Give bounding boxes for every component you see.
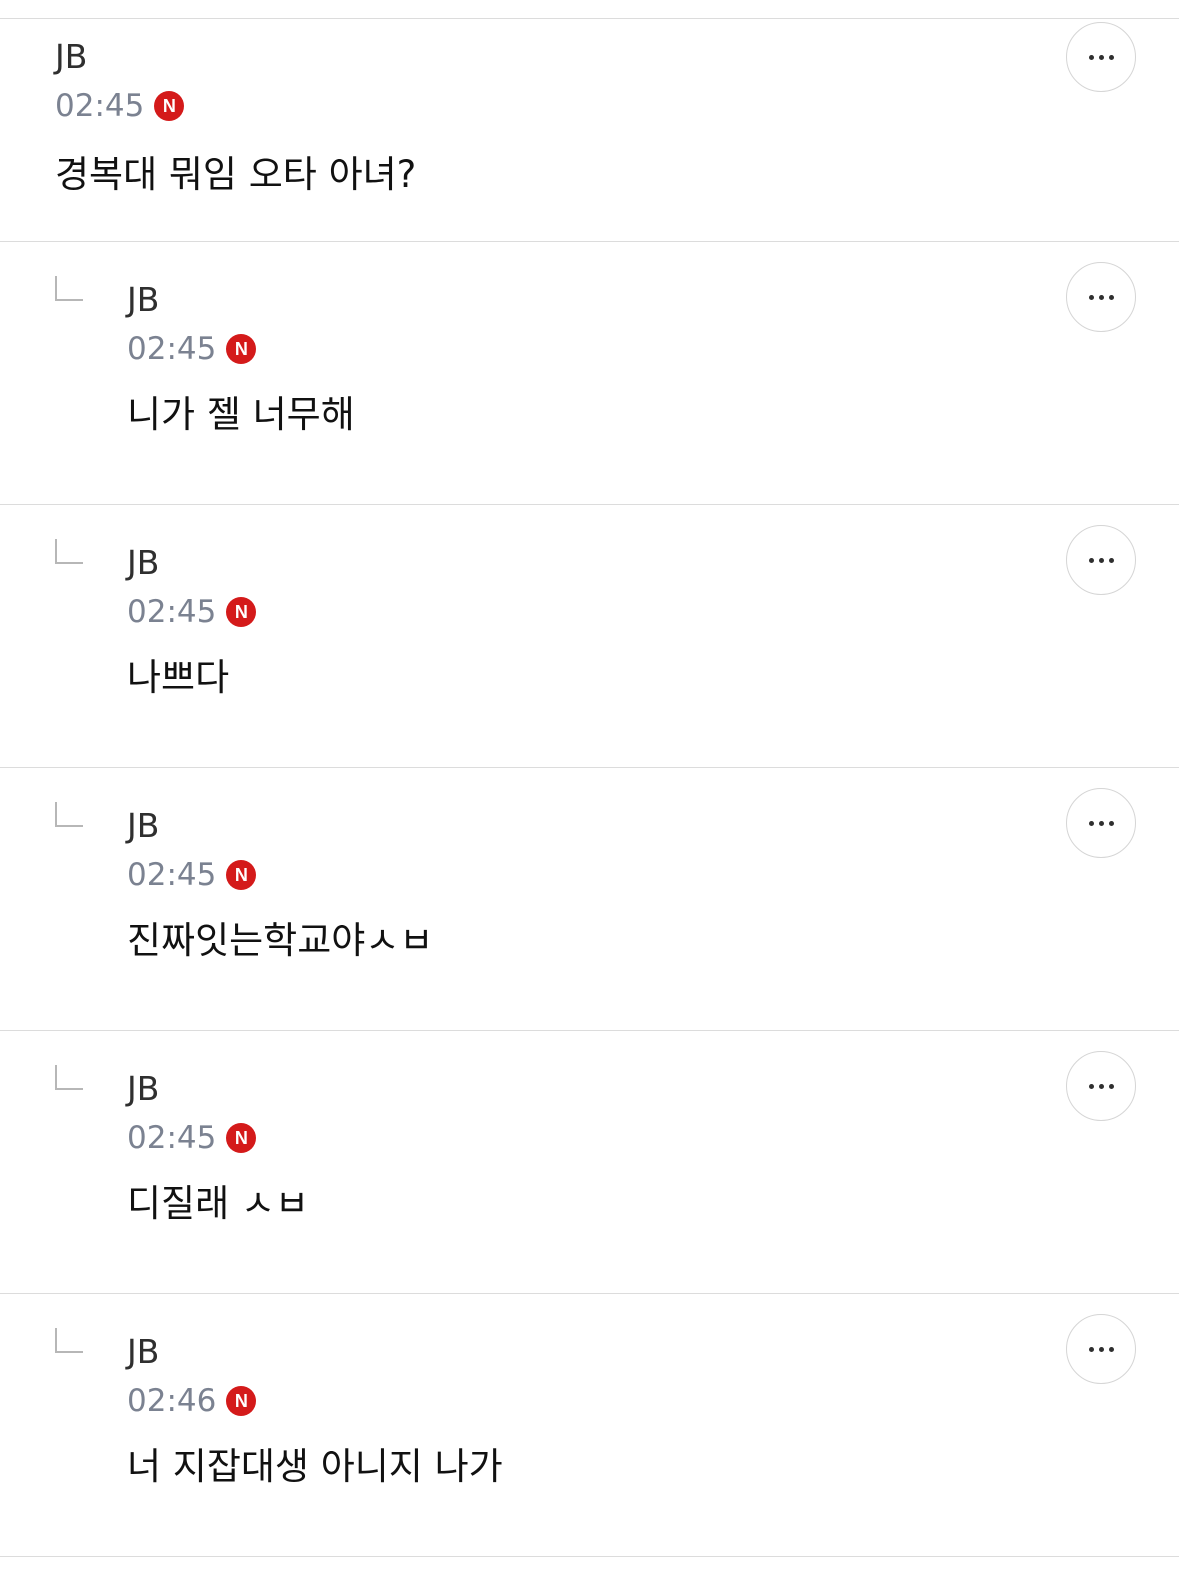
new-badge-icon: N — [226, 334, 257, 364]
comment-text: 진짜잇는학교야ㅅㅂ — [127, 919, 434, 962]
comment-text: 경복대 뭐임 오타 아녀? — [55, 153, 417, 196]
more-horizontal-icon — [1088, 557, 1094, 563]
more-options-button[interactable] — [1066, 22, 1136, 92]
more-horizontal-icon — [1098, 1083, 1104, 1089]
comment-meta: 02:45 N — [127, 329, 257, 369]
more-horizontal-icon — [1088, 294, 1094, 300]
comment-text: 나쁘다 — [127, 656, 230, 699]
comment-item: JB 02:45 N 경복대 뭐임 오타 아녀? — [0, 19, 1179, 242]
more-horizontal-icon — [1098, 294, 1104, 300]
comment-meta: 02:46 N — [127, 1381, 257, 1421]
comment-time: 02:45 — [127, 857, 217, 893]
comment-time: 02:46 — [127, 1383, 217, 1419]
reply-corner-icon — [55, 802, 83, 827]
more-horizontal-icon — [1108, 294, 1114, 300]
comment-time: 02:45 — [127, 594, 217, 630]
more-horizontal-icon — [1108, 1346, 1114, 1352]
new-badge-icon: N — [226, 1386, 257, 1416]
comment-time: 02:45 — [127, 331, 217, 367]
reply-corner-icon — [55, 1065, 83, 1090]
more-options-button[interactable] — [1066, 788, 1136, 858]
new-badge-icon: N — [226, 860, 257, 890]
reply-item: JB 02:45 N 진짜잇는학교야ㅅㅂ — [0, 768, 1179, 1031]
new-badge-icon: N — [226, 597, 257, 627]
comment-meta: 02:45 N — [55, 86, 185, 126]
reply-item: JB 02:46 N 너 지잡대생 아니지 나가 — [0, 1294, 1179, 1557]
comment-author[interactable]: JB — [127, 1332, 159, 1372]
comment-author[interactable]: JB — [127, 280, 159, 320]
comment-author[interactable]: JB — [55, 37, 87, 77]
comment-author[interactable]: JB — [127, 1069, 159, 1109]
reply-item: JB 02:45 N 디질래 ㅅㅂ — [0, 1031, 1179, 1294]
new-badge-icon: N — [226, 1123, 257, 1153]
reply-corner-icon — [55, 1328, 83, 1353]
more-options-button[interactable] — [1066, 525, 1136, 595]
reply-item: JB 02:45 N 나쁘다 — [0, 505, 1179, 768]
reply-item: JB 02:45 N 니가 젤 너무해 — [0, 242, 1179, 505]
more-horizontal-icon — [1098, 1346, 1104, 1352]
comment-meta: 02:45 N — [127, 855, 257, 895]
more-horizontal-icon — [1098, 557, 1104, 563]
more-horizontal-icon — [1088, 1083, 1094, 1089]
more-options-button[interactable] — [1066, 1051, 1136, 1121]
comment-author[interactable]: JB — [127, 806, 159, 846]
more-horizontal-icon — [1108, 820, 1114, 826]
new-badge-icon: N — [154, 91, 185, 121]
more-horizontal-icon — [1108, 1083, 1114, 1089]
more-horizontal-icon — [1098, 820, 1104, 826]
comment-time: 02:45 — [127, 1120, 217, 1156]
comment-text: 니가 젤 너무해 — [127, 393, 355, 436]
comment-text: 너 지잡대생 아니지 나가 — [127, 1445, 503, 1488]
more-horizontal-icon — [1098, 54, 1104, 60]
comment-time: 02:45 — [55, 88, 145, 124]
more-options-button[interactable] — [1066, 1314, 1136, 1384]
more-horizontal-icon — [1088, 820, 1094, 826]
comment-text: 디질래 ㅅㅂ — [127, 1182, 309, 1225]
more-options-button[interactable] — [1066, 262, 1136, 332]
more-horizontal-icon — [1088, 1346, 1094, 1352]
reply-corner-icon — [55, 276, 83, 301]
comment-meta: 02:45 N — [127, 592, 257, 632]
reply-corner-icon — [55, 539, 83, 564]
more-horizontal-icon — [1088, 54, 1094, 60]
comment-meta: 02:45 N — [127, 1118, 257, 1158]
more-horizontal-icon — [1108, 557, 1114, 563]
more-horizontal-icon — [1108, 54, 1114, 60]
comment-author[interactable]: JB — [127, 543, 159, 583]
